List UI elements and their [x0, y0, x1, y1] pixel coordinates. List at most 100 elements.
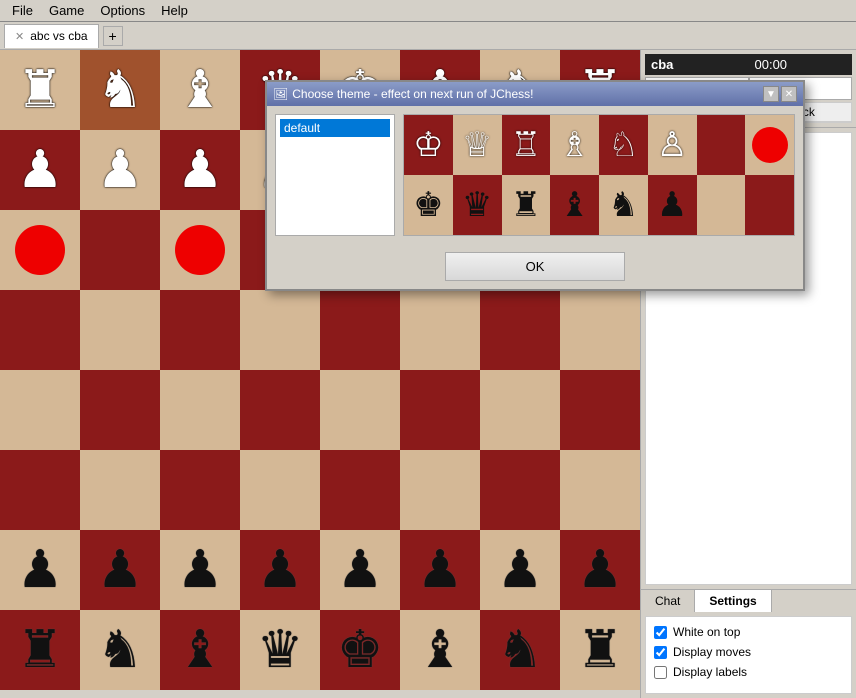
cell-2-0 — [0, 210, 80, 290]
piece-black-pawn-5: ♟ — [337, 544, 384, 596]
cell-5-5 — [400, 450, 480, 530]
black-player-name: cba — [645, 54, 749, 75]
cell-7-2: ♝ — [160, 610, 240, 690]
prev-black-bishop: ♝ — [550, 175, 599, 235]
cell-6-6: ♟ — [480, 530, 560, 610]
piece-black-rook2: ♜ — [577, 624, 624, 676]
piece-white-pawn-3: ♟ — [177, 144, 224, 196]
dialog-icon: 🖼 — [273, 87, 288, 101]
cell-7-1: ♞ — [80, 610, 160, 690]
cell-0-0: ♜ — [0, 50, 80, 130]
piece-black-knight2: ♞ — [497, 624, 544, 676]
cell-7-5: ♝ — [400, 610, 480, 690]
prev-white-rook: ♖ — [502, 115, 551, 175]
cell-5-1 — [80, 450, 160, 530]
cell-6-2: ♟ — [160, 530, 240, 610]
piece-white-knight-selected: ♞ — [97, 64, 144, 116]
theme-preview: ♔ ♕ ♖ ♗ ♘ ♙ ♚ ♛ ♜ ♝ ♞ ♟ — [403, 114, 795, 236]
tab-close-icon[interactable]: ✕ — [15, 30, 24, 43]
black-player-time: 00:00 — [749, 54, 853, 75]
prev-black-knight: ♞ — [599, 175, 648, 235]
cell-3-1 — [80, 290, 160, 370]
piece-white-pawn-1: ♟ — [17, 144, 64, 196]
cell-4-2 — [160, 370, 240, 450]
dialog-titlebar-left: 🖼 Choose theme - effect on next run of J… — [273, 87, 533, 101]
cell-7-6: ♞ — [480, 610, 560, 690]
piece-black-pawn-4: ♟ — [257, 544, 304, 596]
prev-white-knight: ♘ — [599, 115, 648, 175]
cell-3-4 — [320, 290, 400, 370]
cell-0-2: ♝ — [160, 50, 240, 130]
theme-default-option[interactable]: default — [280, 119, 390, 137]
tab-settings[interactable]: Settings — [695, 590, 771, 612]
prev-empty-3 — [745, 175, 794, 235]
piece-black-pawn-1: ♟ — [17, 544, 64, 596]
cell-4-0 — [0, 370, 80, 450]
ok-button[interactable]: OK — [445, 252, 625, 281]
dialog-titlebar: 🖼 Choose theme - effect on next run of J… — [267, 82, 803, 106]
dialog-body: default ♔ ♕ ♖ ♗ ♘ ♙ ♚ ♛ ♜ ♝ ♞ ♟ — [267, 106, 803, 244]
cell-5-3 — [240, 450, 320, 530]
display-moves-label: Display moves — [673, 645, 751, 659]
cell-5-4 — [320, 450, 400, 530]
cell-7-7: ♜ — [560, 610, 640, 690]
new-tab-button[interactable]: + — [103, 26, 123, 46]
menu-file[interactable]: File — [4, 1, 41, 20]
menu-options[interactable]: Options — [92, 1, 153, 20]
white-on-top-label: White on top — [673, 625, 740, 639]
display-moves-row: Display moves — [654, 645, 843, 659]
dialog-title: Choose theme - effect on next run of JCh… — [292, 87, 533, 101]
piece-black-pawn-2: ♟ — [97, 544, 144, 596]
piece-white-pawn-2: ♟ — [97, 144, 144, 196]
white-on-top-checkbox[interactable] — [654, 626, 667, 639]
bottom-tabs: Chat Settings — [641, 589, 856, 612]
prev-white-pawn: ♙ — [648, 115, 697, 175]
display-moves-checkbox[interactable] — [654, 646, 667, 659]
prev-white-bishop: ♗ — [550, 115, 599, 175]
cell-5-2 — [160, 450, 240, 530]
ok-row: OK — [267, 244, 803, 289]
display-labels-row: Display labels — [654, 665, 843, 679]
cell-3-7 — [560, 290, 640, 370]
piece-black-knight: ♞ — [97, 624, 144, 676]
cell-6-0: ♟ — [0, 530, 80, 610]
cell-4-7 — [560, 370, 640, 450]
cell-5-7 — [560, 450, 640, 530]
tab-label: abc vs cba — [30, 29, 87, 43]
cell-6-7: ♟ — [560, 530, 640, 610]
white-on-top-row: White on top — [654, 625, 843, 639]
dialog-close-button[interactable]: ✕ — [781, 86, 797, 102]
prev-red-circle — [745, 115, 794, 175]
cell-3-6 — [480, 290, 560, 370]
cell-3-2 — [160, 290, 240, 370]
display-labels-label: Display labels — [673, 665, 747, 679]
cell-1-1: ♟ — [80, 130, 160, 210]
prev-white-queen: ♕ — [453, 115, 502, 175]
cell-6-3: ♟ — [240, 530, 320, 610]
cell-7-3: ♛ — [240, 610, 320, 690]
menu-help[interactable]: Help — [153, 1, 196, 20]
piece-black-queen: ♛ — [257, 624, 304, 676]
tab-chat[interactable]: Chat — [641, 590, 695, 612]
cell-4-6 — [480, 370, 560, 450]
piece-black-king: ♚ — [337, 624, 384, 676]
cell-7-4: ♚ — [320, 610, 400, 690]
cell-1-0: ♟ — [0, 130, 80, 210]
cell-4-1 — [80, 370, 160, 450]
menu-game[interactable]: Game — [41, 1, 92, 20]
cell-0-1: ♞ — [80, 50, 160, 130]
theme-list: default — [275, 114, 395, 236]
tabbar: ✕ abc vs cba + — [0, 22, 856, 50]
cell-6-1: ♟ — [80, 530, 160, 610]
tab-game[interactable]: ✕ abc vs cba — [4, 24, 99, 48]
dialog-minimize-button[interactable]: ▼ — [763, 86, 779, 102]
cell-7-0: ♜ — [0, 610, 80, 690]
piece-black-bishop: ♝ — [177, 624, 224, 676]
piece-black-rook: ♜ — [17, 624, 64, 676]
cell-4-4 — [320, 370, 400, 450]
cell-4-3 — [240, 370, 320, 450]
theme-dialog: 🖼 Choose theme - effect on next run of J… — [265, 80, 805, 291]
player-row-black: cba 00:00 — [645, 54, 852, 75]
display-labels-checkbox[interactable] — [654, 666, 667, 679]
cell-3-0 — [0, 290, 80, 370]
